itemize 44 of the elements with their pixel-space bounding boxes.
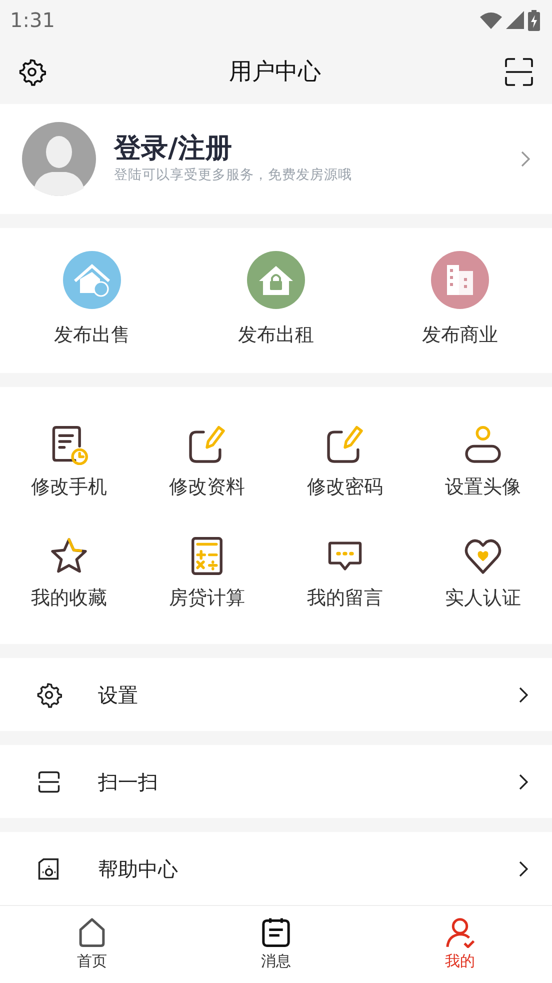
profile-card[interactable]: 登录/注册 登陆可以享受更多服务，免费发房源哦 — [0, 104, 552, 214]
publish-label[interactable]: 发布出租 — [238, 321, 314, 350]
star-icon[interactable] — [49, 536, 89, 576]
tool-label[interactable]: 设置头像 — [445, 473, 521, 502]
menu-row[interactable]: 帮助中心 — [0, 832, 552, 905]
tab[interactable]: 首页 — [0, 916, 184, 973]
publish-label[interactable]: 发布出售 — [54, 321, 130, 350]
chevron-icon — [518, 860, 528, 876]
signal-icon — [506, 11, 524, 29]
tool-label[interactable]: 修改资料 — [169, 473, 245, 502]
menu-row[interactable]: 设置 — [0, 658, 552, 731]
tool-label[interactable]: 房贷计算 — [169, 584, 245, 612]
battery-icon — [528, 10, 540, 30]
settings-icon[interactable] — [18, 58, 46, 86]
tool-label[interactable]: 修改密码 — [307, 473, 383, 502]
tool-label[interactable]: 我的留言 — [307, 584, 383, 612]
person-icon[interactable] — [463, 425, 503, 465]
chevron-icon — [518, 774, 528, 790]
tool-label[interactable]: 实人认证 — [445, 584, 521, 612]
publish-label[interactable]: 发布商业 — [422, 321, 498, 350]
login-title: 登录/注册 — [114, 132, 233, 166]
tool-label[interactable]: 修改手机 — [31, 473, 107, 502]
menu-label: 设置 — [98, 682, 139, 708]
tab[interactable]: 消息 — [184, 916, 368, 973]
house-lock-icon[interactable] — [247, 251, 305, 310]
menu-label: 扫一扫 — [98, 768, 159, 796]
avatar-icon — [22, 122, 96, 196]
user-check-icon — [444, 916, 476, 948]
edit-icon[interactable] — [187, 425, 227, 465]
chevron-icon — [520, 150, 530, 167]
wifi-icon — [480, 12, 502, 28]
menu-row[interactable]: 扫一扫 — [0, 745, 552, 818]
scan-icon — [36, 768, 62, 794]
status-time: 1:31 — [10, 7, 55, 34]
edit-icon[interactable] — [325, 425, 365, 465]
tab[interactable]: 我的 — [368, 916, 552, 973]
settings-icon — [36, 682, 62, 708]
menu-label: 帮助中心 — [98, 856, 179, 882]
page-title: 用户中心 — [229, 58, 321, 87]
login-subtitle: 登陆可以享受更多服务，免费发房源哦 — [114, 166, 353, 186]
tool-label[interactable]: 我的收藏 — [31, 584, 107, 612]
scan-icon[interactable] — [504, 57, 534, 87]
calendar-icon — [260, 916, 292, 948]
chevron-icon — [518, 686, 528, 702]
